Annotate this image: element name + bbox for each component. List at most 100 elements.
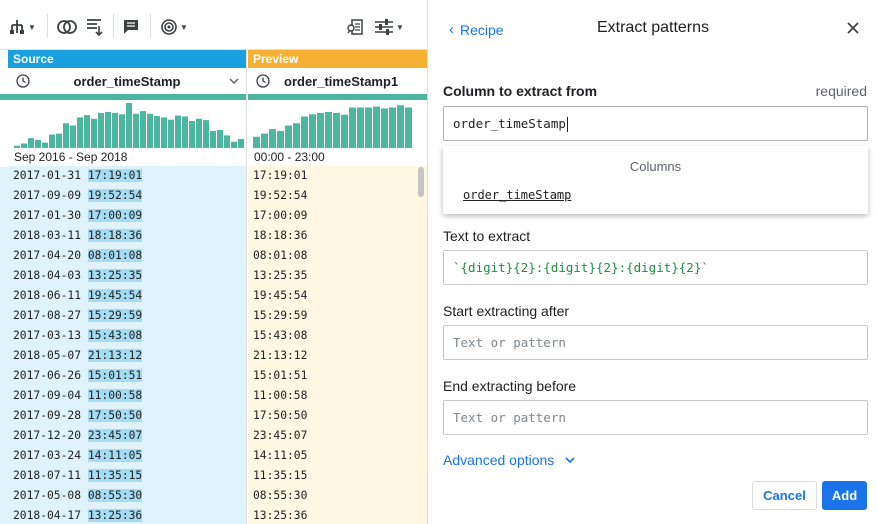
source-cell[interactable]: 2017-08-27 15:29:59 (8, 306, 246, 326)
source-cell[interactable]: 2017-09-28 17:50:50 (8, 406, 246, 426)
column-select-input[interactable]: order_timeStamp (443, 106, 868, 141)
preview-cell[interactable]: 15:29:59 (248, 306, 427, 326)
preview-cell[interactable]: 18:18:36 (248, 226, 427, 246)
source-histogram-bar[interactable] (231, 141, 237, 148)
source-cell[interactable]: 2018-06-11 19:45:54 (8, 286, 246, 306)
preview-cell[interactable]: 14:11:05 (248, 446, 427, 466)
source-histogram-bar[interactable] (35, 139, 41, 148)
source-cell[interactable]: 2018-03-11 18:18:36 (8, 226, 246, 246)
preview-histogram-bar[interactable] (261, 133, 268, 148)
source-cell[interactable]: 2017-03-24 14:11:05 (8, 446, 246, 466)
source-histogram-bar[interactable] (126, 103, 132, 148)
source-cell[interactable]: 2017-04-20 08:01:08 (8, 246, 246, 266)
source-histogram-bar[interactable] (238, 139, 244, 148)
source-histogram-bar[interactable] (84, 115, 90, 148)
source-histogram-bar[interactable] (196, 118, 202, 148)
preview-column-header[interactable]: order_timeStamp1 (248, 68, 427, 94)
start-extracting-input[interactable]: Text or pattern (443, 325, 868, 360)
source-histogram-bar[interactable] (56, 133, 62, 148)
column-details-button[interactable] (346, 16, 364, 38)
source-histogram-bar[interactable] (14, 145, 20, 148)
preview-cell[interactable]: 11:35:15 (248, 466, 427, 486)
source-histogram-bar[interactable] (119, 114, 125, 148)
source-histogram-bar[interactable] (168, 119, 174, 148)
preview-histogram-bar[interactable] (349, 107, 356, 149)
hierarchy-menu-button[interactable]: ▼ (8, 16, 36, 38)
chevron-down-icon[interactable] (228, 75, 240, 87)
advanced-options-toggle[interactable]: Advanced options (443, 452, 576, 468)
preview-histogram-bar[interactable] (277, 130, 284, 148)
source-histogram-bar[interactable] (112, 112, 118, 148)
preview-histogram-bar[interactable] (365, 107, 372, 149)
source-histogram-bar[interactable] (70, 125, 76, 149)
join-button[interactable] (57, 16, 77, 38)
preview-histogram-chart[interactable] (248, 100, 428, 148)
source-histogram-bar[interactable] (224, 135, 230, 148)
source-histogram-bar[interactable] (154, 116, 160, 148)
source-cell[interactable]: 2018-05-07 21:13:12 (8, 346, 246, 366)
source-histogram-bar[interactable] (21, 143, 27, 149)
source-cell[interactable]: 2017-01-31 17:19:01 (8, 166, 246, 186)
source-cell[interactable]: 2017-03-13 15:43:08 (8, 326, 246, 346)
preview-cell[interactable]: 19:52:54 (248, 186, 427, 206)
settings-menu-button[interactable]: ▼ (374, 16, 404, 38)
source-cell[interactable]: 2017-06-26 15:01:51 (8, 366, 246, 386)
preview-cell[interactable]: 11:00:58 (248, 386, 427, 406)
preview-histogram-bar[interactable] (381, 108, 388, 148)
source-histogram-chart[interactable] (8, 100, 247, 148)
preview-cell[interactable]: 13:25:36 (248, 506, 427, 524)
source-histogram-bar[interactable] (42, 142, 48, 148)
preview-cell[interactable]: 17:00:09 (248, 206, 427, 226)
preview-cell[interactable]: 15:01:51 (248, 366, 427, 386)
preview-histogram-bar[interactable] (301, 116, 308, 149)
source-histogram-bar[interactable] (182, 116, 188, 149)
preview-histogram-bar[interactable] (285, 125, 292, 149)
source-histogram-bar[interactable] (203, 120, 209, 148)
comment-button[interactable] (122, 16, 140, 38)
source-cell[interactable]: 2017-05-08 08:55:30 (8, 486, 246, 506)
source-histogram-bar[interactable] (175, 115, 181, 148)
source-histogram-bar[interactable] (189, 121, 195, 148)
source-cell[interactable]: 2017-09-09 19:52:54 (8, 186, 246, 206)
preview-cell[interactable]: 15:43:08 (248, 326, 427, 346)
source-histogram-bar[interactable] (91, 118, 97, 148)
preview-cell[interactable]: 17:19:01 (248, 166, 427, 186)
source-column[interactable]: Source order_timeStamp Sep 2016 - Sep 20… (8, 50, 247, 524)
preview-histogram[interactable] (248, 100, 428, 148)
source-histogram-bar[interactable] (28, 138, 34, 148)
target-menu-button[interactable]: ▼ (160, 16, 188, 38)
cancel-button[interactable]: Cancel (752, 481, 817, 510)
grid-scrollbar[interactable] (418, 167, 424, 197)
source-cell[interactable]: 2018-07-11 11:35:15 (8, 466, 246, 486)
add-button[interactable]: Add (822, 481, 867, 510)
close-icon[interactable] (846, 21, 860, 35)
preview-histogram-bar[interactable] (317, 112, 324, 148)
preview-histogram-bar[interactable] (293, 123, 300, 148)
source-histogram-bar[interactable] (98, 112, 104, 148)
preview-column[interactable]: Preview order_timeStamp1 00:00 - 23:00 1… (248, 50, 428, 524)
source-cell[interactable]: 2017-09-04 11:00:58 (8, 386, 246, 406)
preview-histogram-bar[interactable] (357, 107, 364, 149)
source-histogram-bar[interactable] (147, 113, 153, 148)
preview-cell[interactable]: 23:45:07 (248, 426, 427, 446)
preview-histogram-bar[interactable] (325, 112, 332, 148)
source-histogram-bar[interactable] (77, 117, 83, 148)
preview-histogram-bar[interactable] (397, 105, 404, 148)
source-histogram-bar[interactable] (49, 134, 55, 149)
filter-rows-button[interactable] (85, 16, 105, 38)
end-extracting-input[interactable]: Text or pattern (443, 400, 868, 435)
source-column-header[interactable]: order_timeStamp (8, 68, 246, 94)
dropdown-option[interactable]: order_timeStamp (463, 188, 571, 202)
preview-histogram-bar[interactable] (373, 106, 380, 148)
preview-cell[interactable]: 08:01:08 (248, 246, 427, 266)
preview-histogram-bar[interactable] (253, 136, 260, 148)
preview-cell[interactable]: 21:13:12 (248, 346, 427, 366)
source-histogram-bar[interactable] (140, 111, 146, 148)
preview-histogram-bar[interactable] (405, 107, 412, 149)
preview-histogram-bar[interactable] (389, 107, 396, 149)
preview-cell[interactable]: 19:45:54 (248, 286, 427, 306)
preview-histogram-bar[interactable] (309, 114, 316, 148)
source-cell[interactable]: 2017-01-30 17:00:09 (8, 206, 246, 226)
source-histogram-bar[interactable] (63, 123, 69, 148)
preview-histogram-bar[interactable] (341, 114, 348, 148)
